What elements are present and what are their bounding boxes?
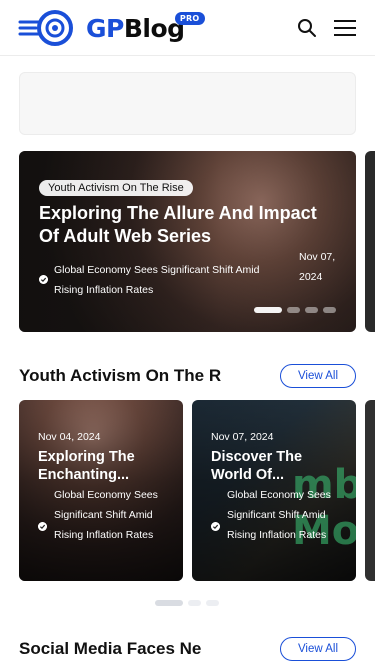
section-title-youth-activism: Youth Activism On The R	[19, 366, 222, 385]
hero-date: Nov 07, 2024	[299, 251, 336, 283]
check-badge-icon	[39, 275, 48, 284]
cards-dot-2[interactable]	[188, 600, 201, 606]
hero-title[interactable]: Exploring The Allure And Impact Of Adult…	[39, 202, 339, 248]
hero-category-tag[interactable]: Youth Activism On The Rise	[39, 180, 193, 196]
hero-pagination	[254, 307, 336, 313]
view-all-button[interactable]: View All	[280, 364, 356, 388]
logo-wordmark: GPBlog PRO	[86, 11, 205, 43]
cards-dot-1[interactable]	[155, 600, 183, 606]
hero-subcategory[interactable]: Global Economy Sees Significant Shift Am…	[54, 260, 279, 300]
ad-placeholder	[19, 72, 356, 135]
cards-pagination	[155, 600, 219, 606]
logo-gp: GP	[86, 13, 124, 43]
card-category[interactable]: Global Economy Sees Significant Shift Am…	[54, 485, 169, 545]
hero-dot-1[interactable]	[254, 307, 282, 313]
card-date: Nov 07, 2024	[211, 431, 274, 443]
section-title-social-media: Social Media Faces Ne	[19, 639, 202, 658]
card-category[interactable]: Global Economy Sees Significant Shift Am…	[227, 485, 342, 545]
view-all-button[interactable]: View All	[280, 637, 356, 661]
hero-dot-3[interactable]	[305, 307, 318, 313]
hamburger-menu-icon[interactable]	[333, 18, 357, 38]
pro-badge: PRO	[174, 11, 205, 25]
logo-mark-icon	[18, 10, 73, 46]
article-card[interactable]: mb Mo Nov 07, 2024 Discover The World Of…	[192, 400, 356, 581]
card-date: Nov 04, 2024	[38, 431, 101, 443]
hero-dot-4[interactable]	[323, 307, 336, 313]
hero-dot-2[interactable]	[287, 307, 300, 313]
article-card[interactable]: Nov 04, 2024 Exploring The Enchanting...…	[19, 400, 183, 581]
site-logo[interactable]: GPBlog PRO	[18, 8, 205, 48]
cards-dot-3[interactable]	[206, 600, 219, 606]
search-icon[interactable]	[297, 18, 317, 38]
hero-next-slide[interactable]	[365, 151, 375, 332]
card-title[interactable]: Exploring The Enchanting...	[38, 448, 173, 484]
next-card[interactable]	[365, 400, 375, 581]
check-badge-icon	[211, 522, 220, 531]
site-header: GPBlog PRO	[0, 0, 375, 56]
check-badge-icon	[38, 522, 47, 531]
card-title[interactable]: Discover The World Of...	[211, 448, 346, 484]
hero-slide[interactable]: Youth Activism On The Rise Exploring The…	[19, 151, 356, 332]
